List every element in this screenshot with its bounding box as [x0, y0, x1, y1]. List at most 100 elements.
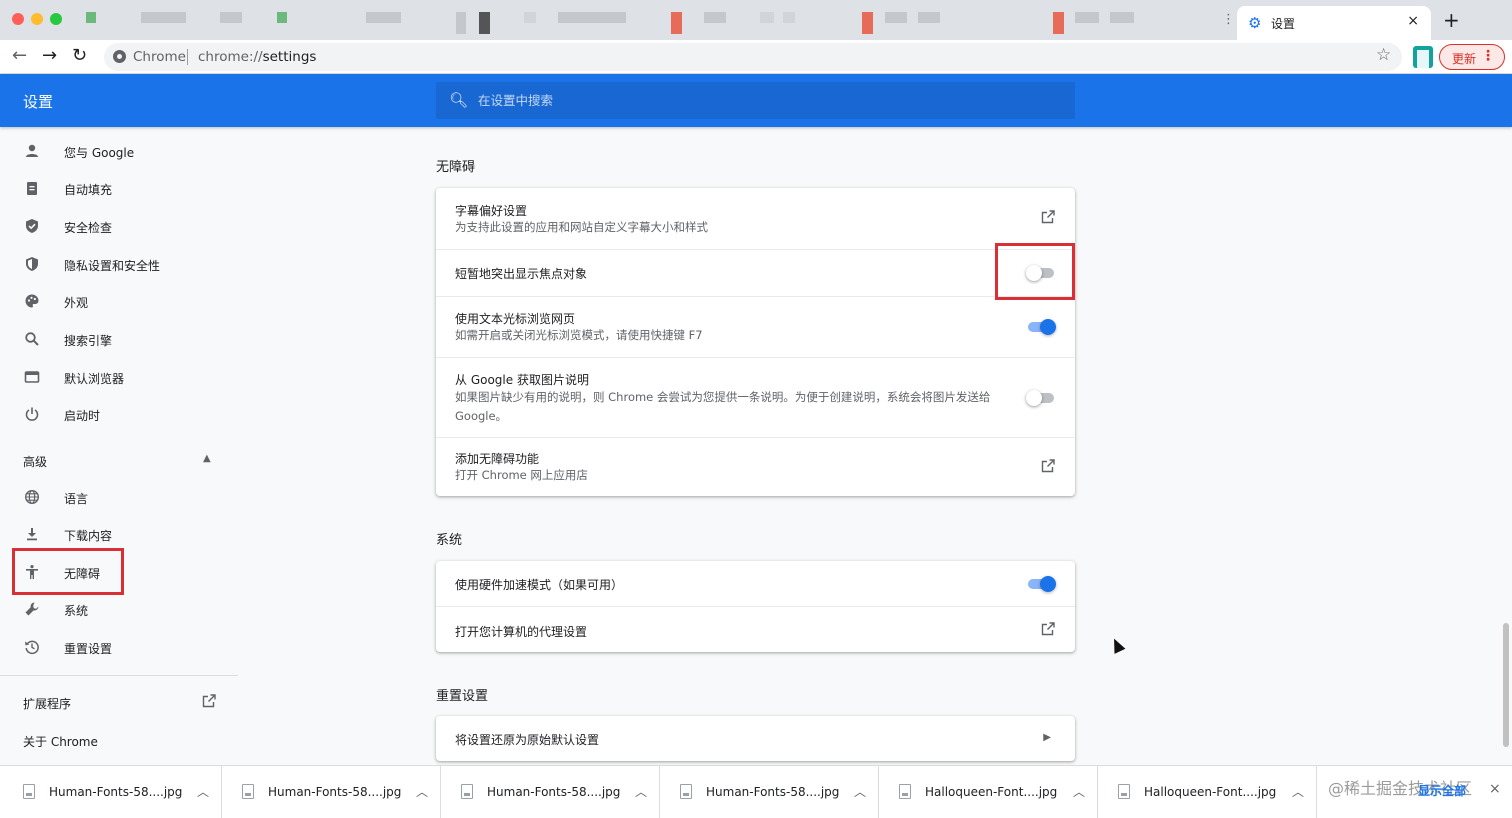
- background-tab[interactable]: [671, 12, 682, 34]
- settings-search[interactable]: 🔍︎: [436, 82, 1075, 119]
- back-arrow-icon[interactable]: ←: [12, 45, 27, 66]
- background-tab[interactable]: [277, 12, 287, 23]
- scrollbar-thumb[interactable]: [1503, 623, 1509, 747]
- background-tab[interactable]: [862, 12, 873, 34]
- chevron-up-icon[interactable]: ︿: [635, 783, 647, 800]
- window-close-button[interactable]: [12, 13, 24, 25]
- row-caption-preferences[interactable]: 字幕偏好设置 为支持此设置的应用和网站自定义字幕大小和样式: [436, 188, 1075, 249]
- address-bar[interactable]: Chrome chrome://settings: [104, 43, 1402, 71]
- close-icon[interactable]: ×: [1489, 781, 1501, 797]
- download-item[interactable]: Human-Fonts-58....jpg ︿: [441, 766, 660, 818]
- bookmark-star-icon[interactable]: ☆: [1376, 45, 1391, 65]
- sidebar-item-privacy[interactable]: 隐私设置和安全性: [0, 247, 238, 283]
- download-filename: Human-Fonts-58....jpg: [49, 785, 183, 799]
- clipboard-icon: [23, 180, 41, 198]
- external-link-icon[interactable]: [1040, 209, 1056, 229]
- shield-check-icon: [23, 218, 41, 236]
- reload-icon[interactable]: ↻: [72, 45, 87, 66]
- external-link-icon[interactable]: [1040, 458, 1056, 478]
- profile-avatar[interactable]: [1413, 46, 1433, 68]
- background-tab[interactable]: [1075, 12, 1099, 23]
- window-zoom-button[interactable]: [50, 13, 62, 25]
- background-tab[interactable]: [86, 12, 96, 23]
- active-tab[interactable]: ⚙ 设置 ×: [1237, 6, 1431, 40]
- chrome-site-icon[interactable]: [113, 50, 126, 63]
- row-restore-defaults[interactable]: 将设置还原为原始默认设置 ▶: [436, 716, 1075, 761]
- sidebar-item-on-startup[interactable]: 启动时: [0, 397, 238, 433]
- chevron-up-icon[interactable]: ︿: [416, 783, 428, 800]
- download-item[interactable]: Human-Fonts-58....jpg ︿: [660, 766, 879, 818]
- background-tab[interactable]: [479, 12, 490, 34]
- toggle-knob: [1040, 576, 1056, 592]
- download-item[interactable]: Halloqueen-Font....jpg ︿: [1098, 766, 1317, 818]
- background-tab[interactable]: [885, 12, 907, 23]
- url-path: settings: [262, 49, 317, 65]
- toggle-knob: [1026, 390, 1042, 406]
- hardware-acceleration-toggle[interactable]: [1026, 576, 1056, 592]
- sidebar-item-search-engine[interactable]: 搜索引擎: [0, 322, 238, 358]
- sidebar-item-system[interactable]: 系统: [0, 592, 238, 628]
- download-icon: [23, 526, 41, 544]
- image-descriptions-toggle[interactable]: [1026, 390, 1056, 406]
- chevron-up-icon[interactable]: ︿: [197, 783, 209, 800]
- row-hardware-acceleration[interactable]: 使用硬件加速模式（如果可用）: [436, 561, 1075, 606]
- close-icon[interactable]: ×: [1407, 13, 1419, 29]
- download-filename: Halloqueen-Font....jpg: [1144, 785, 1277, 799]
- url-text[interactable]: chrome://settings: [198, 49, 316, 65]
- row-caret-browsing[interactable]: 使用文本光标浏览网页 如需开启或关闭光标浏览模式，请使用快捷键 F7: [436, 296, 1075, 357]
- row-focus-highlight[interactable]: 短暂地突出显示焦点对象: [436, 249, 1075, 296]
- sidebar-advanced-toggle[interactable]: 高级 ▲: [0, 443, 238, 479]
- row-label: 添加无障碍功能: [455, 452, 540, 466]
- chevron-up-icon[interactable]: ︿: [1073, 783, 1085, 800]
- search-input[interactable]: [478, 90, 1058, 110]
- chevron-up-icon[interactable]: ︿: [1292, 783, 1304, 800]
- sidebar-item-about-chrome[interactable]: 关于 Chrome: [0, 723, 238, 759]
- background-tab[interactable]: [1110, 12, 1134, 23]
- update-button[interactable]: 更新 ⋮: [1439, 44, 1505, 70]
- background-tab[interactable]: [524, 12, 536, 23]
- background-tab[interactable]: [141, 12, 186, 23]
- sidebar-item-autofill[interactable]: 自动填充: [0, 171, 238, 207]
- page-scrollbar[interactable]: [1500, 127, 1512, 765]
- row-image-descriptions[interactable]: 从 Google 获取图片说明 如果图片缺少有用的说明，则 Chrome 会尝试…: [436, 357, 1075, 437]
- caret-browsing-toggle[interactable]: [1026, 319, 1056, 335]
- chevron-up-icon[interactable]: ︿: [854, 783, 866, 800]
- more-menu-icon: ⋮: [1481, 48, 1495, 64]
- row-sublabel: 打开 Chrome 网上应用店: [455, 468, 588, 482]
- download-item[interactable]: Halloqueen-Font....jpg ︿: [879, 766, 1098, 818]
- background-tab[interactable]: [760, 12, 774, 23]
- sidebar-item-appearance[interactable]: 外观: [0, 284, 238, 320]
- sidebar-item-label: 搜索引擎: [64, 334, 113, 348]
- palette-icon: [23, 293, 41, 311]
- external-link-icon: [201, 693, 217, 713]
- row-label: 短暂地突出显示焦点对象: [455, 267, 588, 281]
- background-tab[interactable]: [558, 12, 626, 23]
- new-tab-button[interactable]: +: [1443, 8, 1460, 32]
- sidebar-item-label: 启动时: [64, 409, 101, 423]
- background-tab[interactable]: [220, 12, 242, 23]
- show-all-downloads-link[interactable]: 显示全部: [1418, 782, 1466, 799]
- external-link-icon[interactable]: [1040, 621, 1056, 641]
- background-tab[interactable]: [366, 12, 401, 23]
- forward-arrow-icon[interactable]: →: [42, 45, 57, 66]
- sidebar-item-reset-settings[interactable]: 重置设置: [0, 630, 238, 666]
- background-tab[interactable]: [1053, 12, 1064, 34]
- wrench-icon: [23, 601, 41, 619]
- background-tab[interactable]: [704, 12, 726, 23]
- download-item[interactable]: Human-Fonts-58....jpg ︿: [222, 766, 441, 818]
- tab-overflow-icon[interactable]: ⋮: [1222, 12, 1235, 27]
- file-icon: [1118, 784, 1130, 799]
- sidebar-item-extensions[interactable]: 扩展程序: [0, 685, 238, 721]
- sidebar-item-you-and-google[interactable]: 您与 Google: [0, 134, 238, 170]
- sidebar-item-languages[interactable]: 语言: [0, 480, 238, 516]
- sidebar-item-label: 您与 Google: [64, 146, 135, 160]
- background-tab[interactable]: [918, 12, 940, 23]
- sidebar-item-safety-check[interactable]: 安全检查: [0, 209, 238, 245]
- window-minimize-button[interactable]: [31, 13, 43, 25]
- row-add-accessibility-features[interactable]: 添加无障碍功能 打开 Chrome 网上应用店: [436, 437, 1075, 496]
- row-proxy-settings[interactable]: 打开您计算机的代理设置: [436, 606, 1075, 652]
- background-tab[interactable]: [456, 12, 466, 34]
- sidebar-item-default-browser[interactable]: 默认浏览器: [0, 360, 238, 396]
- download-item[interactable]: Human-Fonts-58....jpg ︿: [3, 766, 222, 818]
- background-tab[interactable]: [783, 12, 795, 23]
